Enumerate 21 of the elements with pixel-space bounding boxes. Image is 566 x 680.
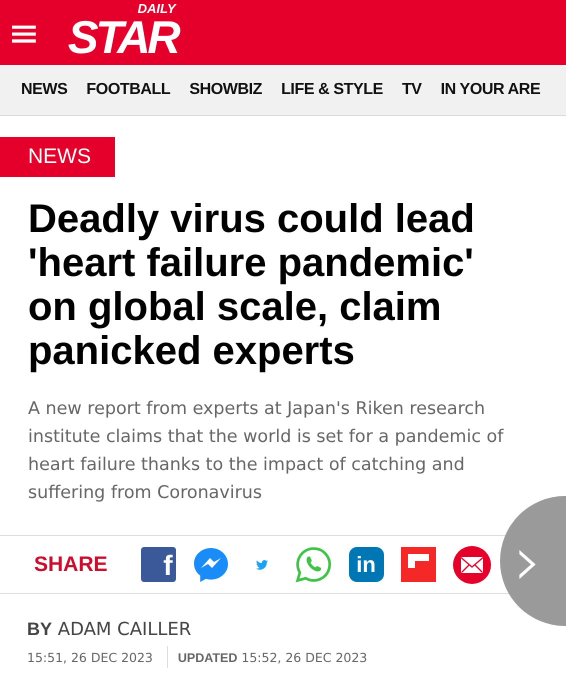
section-tag[interactable]: NEWS <box>0 137 115 177</box>
nav-link[interactable]: SHOWBIZ <box>189 81 262 99</box>
byline: BY ADAM CAILLER <box>27 619 192 640</box>
email-icon[interactable] <box>452 546 491 584</box>
nav-link[interactable]: LIFE & STYLE <box>281 81 383 99</box>
whatsapp-icon[interactable] <box>294 546 332 583</box>
nav-link[interactable]: TV <box>402 81 422 99</box>
messenger-icon[interactable] <box>192 546 229 582</box>
publish-date: 15:51, 26 DEC 2023 <box>27 650 153 664</box>
headline: Deadly virus could lead 'heart failure pandemic' on global scale, claim panicked experts <box>28 197 476 373</box>
facebook-icon[interactable]: f <box>140 547 176 582</box>
menu-button[interactable]: ≡ <box>8 14 40 52</box>
nav-link[interactable]: NEWS <box>21 81 68 99</box>
nav-link[interactable]: IN YOUR ARE <box>440 81 540 99</box>
flipboard-icon[interactable] <box>400 547 436 582</box>
updated-date: UPDATED 15:52, 26 DEC 2023 <box>178 650 368 664</box>
logo[interactable]: STAR DAILY <box>68 6 178 60</box>
nav-link[interactable]: FOOTBALL <box>86 81 170 99</box>
linkedin-icon[interactable]: in <box>348 547 384 582</box>
twitter-icon[interactable] <box>256 560 268 570</box>
share-label: SHARE <box>34 552 108 576</box>
